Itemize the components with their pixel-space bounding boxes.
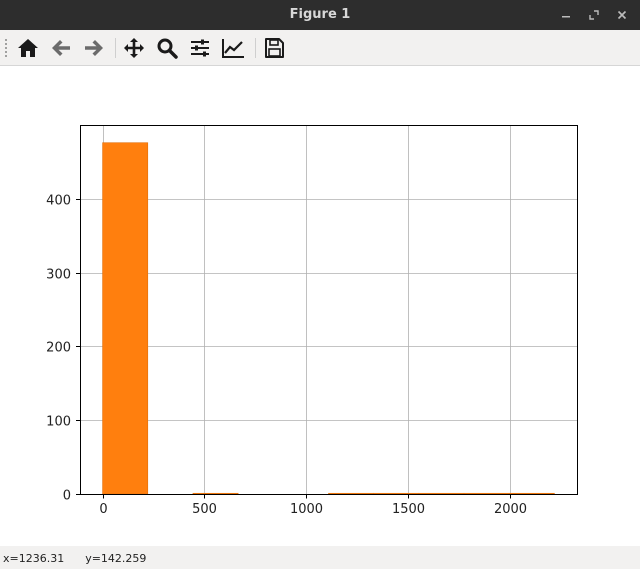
status-bar: x=1236.31 y=142.259 (0, 546, 640, 569)
figure-canvas[interactable]: 0 500 1000 1500 2000 0 100 200 300 400 (0, 66, 640, 546)
maximize-icon (589, 10, 599, 20)
toolbar-separator (115, 38, 116, 58)
sliders-icon (191, 39, 209, 57)
x-tick-label: 500 (192, 502, 217, 517)
window-titlebar: Figure 1 (0, 0, 640, 30)
back-button[interactable] (47, 34, 75, 62)
minimize-button[interactable] (557, 6, 575, 24)
axes-background (80, 125, 577, 494)
y-tick-label: 400 (46, 194, 71, 209)
forward-button[interactable] (80, 34, 108, 62)
cursor-x-readout: x=1236.31 (3, 552, 65, 565)
x-tick-label: 0 (99, 502, 107, 517)
zoom-button[interactable] (153, 34, 181, 62)
y-tick-label: 0 (63, 489, 71, 504)
arrow-left-icon (52, 40, 70, 56)
y-tick-label: 300 (46, 268, 71, 283)
save-button[interactable] (260, 34, 288, 62)
histogram-bar (102, 142, 149, 495)
window-title: Figure 1 (289, 7, 351, 22)
x-tick-label: 2000 (494, 502, 527, 517)
cursor-y-readout: y=142.259 (85, 552, 147, 565)
close-icon (617, 10, 627, 20)
configure-subplots-button[interactable] (186, 34, 214, 62)
y-tick-label: 200 (46, 341, 71, 356)
x-tick-label: 1500 (392, 502, 425, 517)
close-button[interactable] (613, 6, 631, 24)
minimize-icon (562, 16, 570, 18)
maximize-button[interactable] (585, 6, 603, 24)
arrow-right-icon (85, 40, 103, 56)
zoom-icon (157, 38, 178, 59)
home-icon (18, 39, 38, 57)
x-tick-label: 1000 (290, 502, 323, 517)
move-icon (124, 38, 144, 58)
toolbar-grip (4, 38, 8, 58)
home-button[interactable] (14, 34, 42, 62)
pan-button[interactable] (120, 34, 148, 62)
y-tick-label: 100 (46, 415, 71, 430)
toolbar-separator (255, 38, 256, 58)
navigation-toolbar (0, 30, 640, 66)
save-icon (265, 38, 284, 58)
edit-axis-button[interactable] (219, 34, 247, 62)
histogram-chart: 0 500 1000 1500 2000 0 100 200 300 400 (46, 125, 578, 517)
line-chart-icon (222, 39, 244, 58)
